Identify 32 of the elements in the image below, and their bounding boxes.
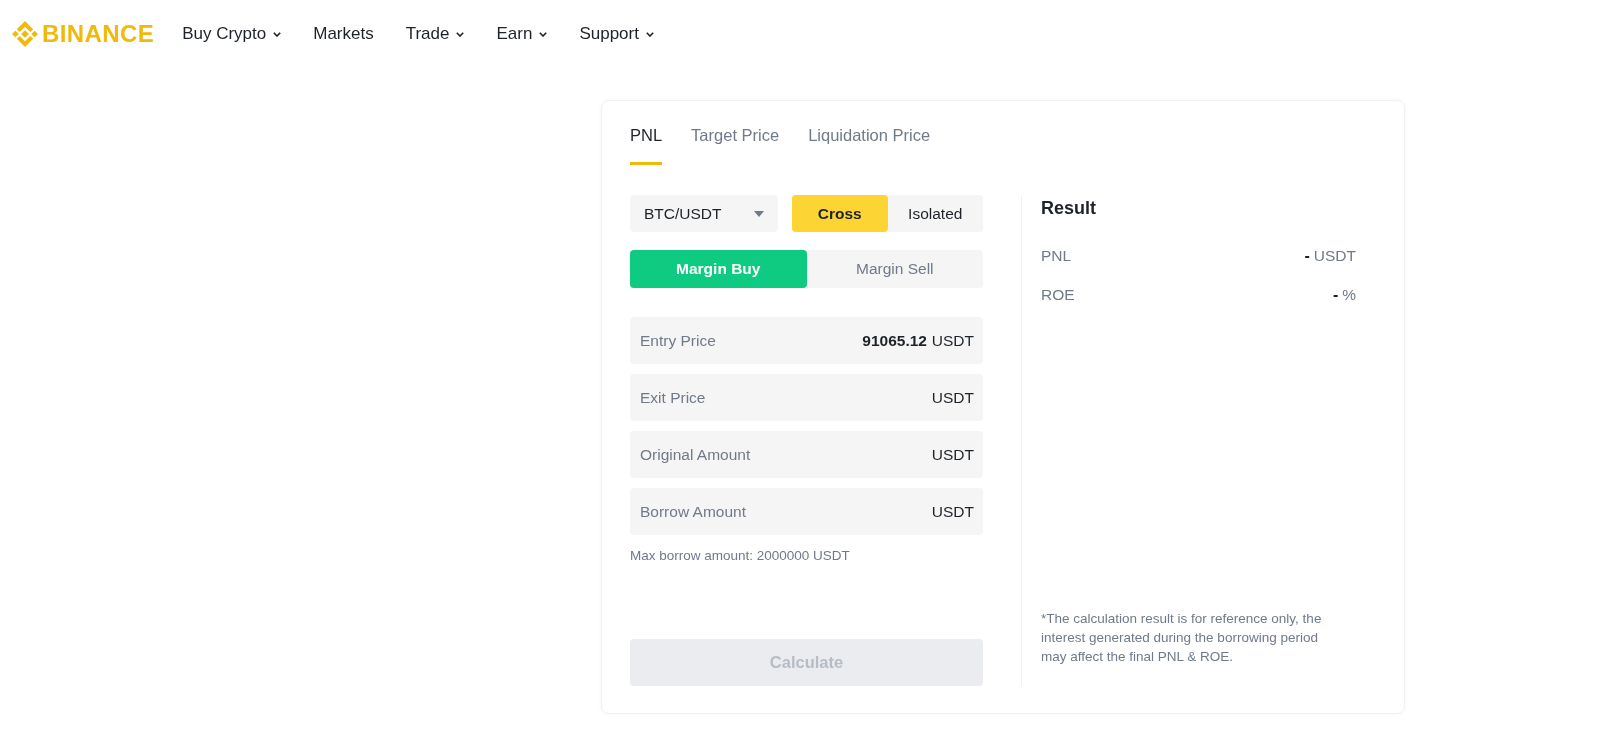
calculator-tab[interactable]: Liquidation Price [808,125,931,165]
side-option[interactable]: Margin Sell [806,250,983,288]
brand-name: BINANCE [42,20,155,48]
disclaimer-text: *The calculation result is for reference only, the interest generated during the borrowing period may affect the final PNL & ROE. [1041,610,1323,666]
margin-mode-option[interactable]: Cross [792,195,888,232]
nav-link[interactable]: Buy Crypto [182,24,282,44]
result-label: PNL [1041,247,1072,265]
result-title: Result [1041,197,1097,220]
field-label: Original Amount [640,445,751,464]
unit-label: USDT [931,331,974,350]
unit-label: USDT [931,445,974,464]
hint-text: Max borrow amount: 2000000 USDT [630,548,851,564]
result-unit: USDT [1313,247,1356,265]
result-label: ROE [1041,286,1075,304]
logo-icon[interactable] [12,21,38,47]
pair-dropdown[interactable]: BTC/USDT [630,195,778,232]
calculator-tab[interactable]: PNL [630,125,663,165]
nav-link[interactable]: Markets [313,24,374,44]
unit-label: USDT [931,388,974,407]
field-label: Exit Price [640,388,706,407]
result-value: - [1332,286,1339,304]
result-unit: % [1342,286,1356,304]
nav-link[interactable]: Trade [405,24,465,44]
margin-mode-option[interactable]: Isolated [887,195,983,232]
calculator-tab[interactable]: Target Price [691,125,780,165]
nav-link[interactable]: Support [579,24,654,44]
caret-icon [754,210,764,217]
result-value: - [1304,247,1310,265]
unit-label: USDT [931,502,974,521]
field-label: Borrow Amount [640,502,746,521]
nav-link[interactable]: Earn [496,24,548,44]
field-label: Entry Price [640,331,716,350]
